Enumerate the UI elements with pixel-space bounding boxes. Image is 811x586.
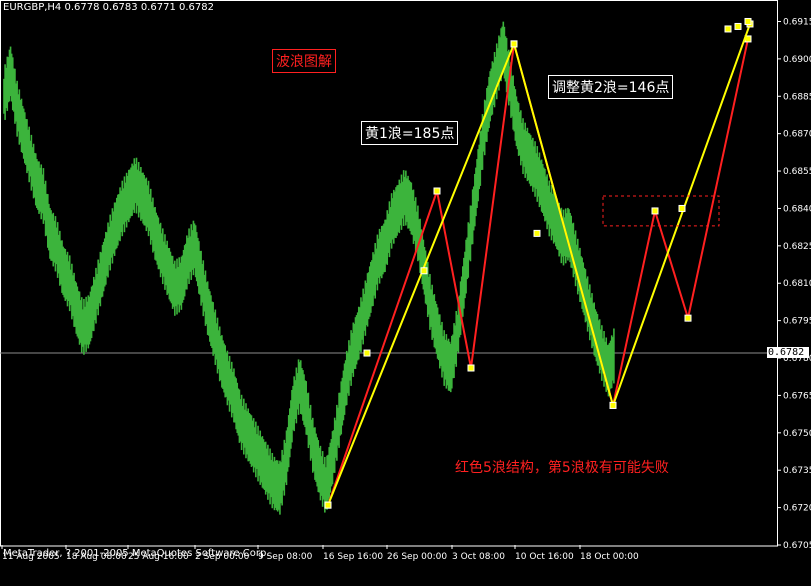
peak-marker — [734, 22, 742, 30]
chart-area: 0.6915 0.6900 0.6885 0.6870 0.6855 0.6840 0.68… — [0, 0, 811, 582]
x-tick-label: 26 Sep 00:00 — [387, 552, 447, 562]
y-tick-label: 0.6885 — [783, 92, 811, 102]
red-wave-line — [327, 38, 749, 506]
y-tick-label: 0.6765 — [783, 391, 811, 401]
y-tick-label: 0.6825 — [783, 242, 811, 252]
yellow-wave-line — [327, 23, 751, 506]
yellow-wave-marker — [678, 204, 686, 212]
yellow-wave-marker — [324, 501, 332, 509]
y-tick-label: 0.6855 — [783, 167, 811, 177]
peak-marker — [744, 17, 752, 25]
red-wave-marker — [684, 314, 692, 322]
x-tick-label: 10 Oct 16:00 — [515, 552, 574, 562]
annotation-wave2: 调整黄2浪=146点 — [548, 75, 674, 99]
x-tick-label: 18 Oct 00:00 — [580, 552, 639, 562]
chart-header: EURGBP,H4 0.6778 0.6783 0.6771 0.6782 — [3, 2, 214, 13]
y-tick-label: 0.6810 — [783, 279, 811, 289]
red-wave-marker — [651, 207, 659, 215]
y-tick-label: 0.6705 — [783, 541, 811, 551]
red-wave-marker — [433, 187, 441, 195]
symbol-label: EURGBP,H4 — [3, 2, 62, 13]
chart-svg: 0.6915 0.6900 0.6885 0.6870 0.6855 0.6840 0.68… — [0, 0, 811, 562]
annotation-red-structure: 红色5浪结构，第5浪极有可能失败 — [455, 460, 669, 476]
y-tick-label: 0.6720 — [783, 504, 811, 514]
copyright-text: MetaTrader, ? 2001-2005 MetaQuotes Softw… — [3, 548, 270, 559]
ohlc-values: 0.6778 0.6783 0.6771 0.6782 — [64, 2, 214, 13]
y-tick-label: 0.6900 — [783, 55, 811, 65]
y-tick-label: 0.6870 — [783, 130, 811, 140]
yellow-wave-marker — [420, 267, 428, 275]
current-price-tag: 0.6782 — [767, 347, 809, 359]
y-tick-label: 0.6915 — [783, 17, 811, 27]
y-tick-label: 0.6750 — [783, 429, 811, 439]
annotation-wave1: 黄1浪=185点 — [361, 121, 459, 145]
y-tick-label: 0.6735 — [783, 466, 811, 476]
y-tick-label: 0.6795 — [783, 317, 811, 327]
yellow-wave-marker — [609, 401, 617, 409]
x-tick-label: 16 Sep 16:00 — [323, 552, 383, 562]
yellow-wave-marker — [363, 349, 371, 357]
y-tick-label: 0.6840 — [783, 204, 811, 214]
yellow-wave-marker — [533, 229, 541, 237]
red-wave-marker — [467, 364, 475, 372]
annotation-title: 波浪图解 — [272, 49, 336, 73]
x-tick-label: 3 Oct 08:00 — [452, 552, 505, 562]
peak-marker — [724, 25, 732, 33]
wave4-box — [602, 195, 720, 227]
yellow-wave-marker — [510, 40, 518, 48]
